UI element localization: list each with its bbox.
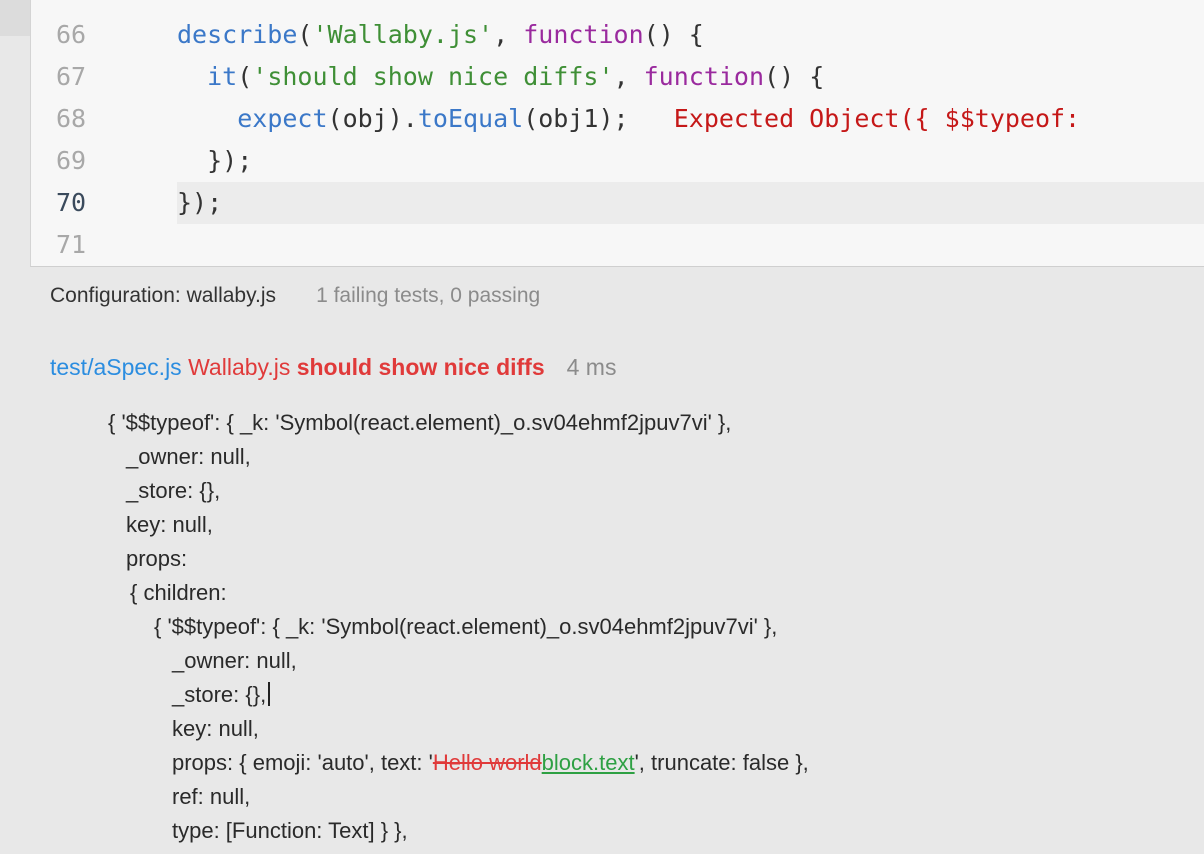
diff-line-text: _store: {}, — [172, 682, 267, 707]
code-line[interactable]: 66 describe('Wallaby.js', function() { — [31, 14, 1204, 56]
test-name: should show nice diffs — [296, 354, 545, 380]
code-token: () { — [643, 20, 704, 49]
diff-line: key: null, — [126, 512, 213, 537]
config-label: Configuration: wallaby.js — [50, 284, 277, 307]
code-token: toEqual — [417, 104, 524, 133]
code-token: , — [613, 62, 644, 91]
diff-line: { children: — [130, 580, 227, 605]
diff-line: _owner: null, — [172, 648, 297, 673]
test-count: 1 failing tests, 0 passing — [316, 284, 541, 307]
code-token: expect — [237, 104, 328, 133]
diff-line-changed: props: { emoji: 'auto', text: 'Hello wor… — [172, 746, 809, 780]
code-line[interactable]: 70}); — [31, 182, 1204, 224]
diff-line: _store: {}, — [126, 478, 221, 503]
code-token: ( — [297, 20, 313, 49]
code-text: describe('Wallaby.js', function() { — [177, 14, 704, 56]
code-line[interactable]: 69 }); — [31, 140, 1204, 182]
diff-line-with-caret: _store: {}, — [172, 678, 271, 712]
line-number: 70 — [55, 188, 87, 217]
code-text: }); — [177, 182, 222, 224]
code-token: }); — [177, 188, 223, 217]
test-suite-name: Wallaby.js — [188, 354, 291, 380]
test-file-link[interactable]: test/aSpec.js — [50, 354, 182, 380]
line-number: 66 — [55, 20, 87, 49]
diff-line: type: [Function: Text] } }, — [172, 818, 408, 843]
code-token: , — [493, 20, 524, 49]
line-number: 67 — [55, 62, 87, 91]
test-duration: 4 ms — [566, 354, 617, 380]
diff-line: _owner: null, — [126, 444, 251, 469]
code-token: () { — [764, 62, 825, 91]
diff-line: { '$$typeof': { _k: 'Symbol(react.elemen… — [154, 614, 778, 639]
code-text: it('should show nice diffs', function() … — [177, 56, 824, 98]
code-line[interactable]: 67 it('should show nice diffs', function… — [31, 56, 1204, 98]
code-line[interactable]: 71 — [31, 224, 1204, 266]
failing-test-header: test/aSpec.js Wallaby.js should show nic… — [50, 354, 616, 381]
code-text: }); — [177, 140, 252, 182]
code-token: function — [643, 62, 765, 91]
code-token: describe — [177, 20, 298, 49]
diff-line: key: null, — [172, 716, 259, 741]
code-text: expect(obj).toEqual(obj1); Expected Obje… — [177, 98, 1080, 140]
line-number: 68 — [55, 104, 87, 133]
diff-text: props: { emoji: 'auto', text: ' — [172, 750, 433, 775]
code-token: Expected Object({ $$typeof: — [628, 104, 1081, 133]
code-token: (obj1); — [523, 104, 629, 133]
status-bar: Configuration: wallaby.js 1 failing tests… — [50, 284, 540, 308]
diff-added-text: block.text — [541, 750, 635, 775]
code-editor[interactable]: 66 describe('Wallaby.js', function() {67 … — [30, 0, 1204, 267]
code-line[interactable]: 68 expect(obj).toEqual(obj1); Expected O… — [31, 98, 1204, 140]
line-number: 71 — [55, 230, 87, 259]
code-token: 'Wallaby.js' — [312, 20, 494, 49]
code-token: it — [207, 62, 238, 91]
code-token: function — [523, 20, 644, 49]
diff-text: ', truncate: false }, — [634, 750, 809, 775]
text-caret — [268, 682, 271, 706]
code-token: 'should show nice diffs' — [252, 62, 614, 91]
line-number: 69 — [55, 146, 87, 175]
code-token: (obj). — [327, 104, 418, 133]
diff-removed-text: Hello world — [432, 750, 542, 775]
gutter-top-strip — [0, 0, 30, 36]
code-token: ( — [237, 62, 253, 91]
code-token: }); — [177, 146, 253, 175]
diff-line: { '$$typeof': { _k: 'Symbol(react.elemen… — [108, 410, 732, 435]
diff-line: ref: null, — [172, 784, 251, 809]
diff-line: props: — [126, 546, 188, 571]
